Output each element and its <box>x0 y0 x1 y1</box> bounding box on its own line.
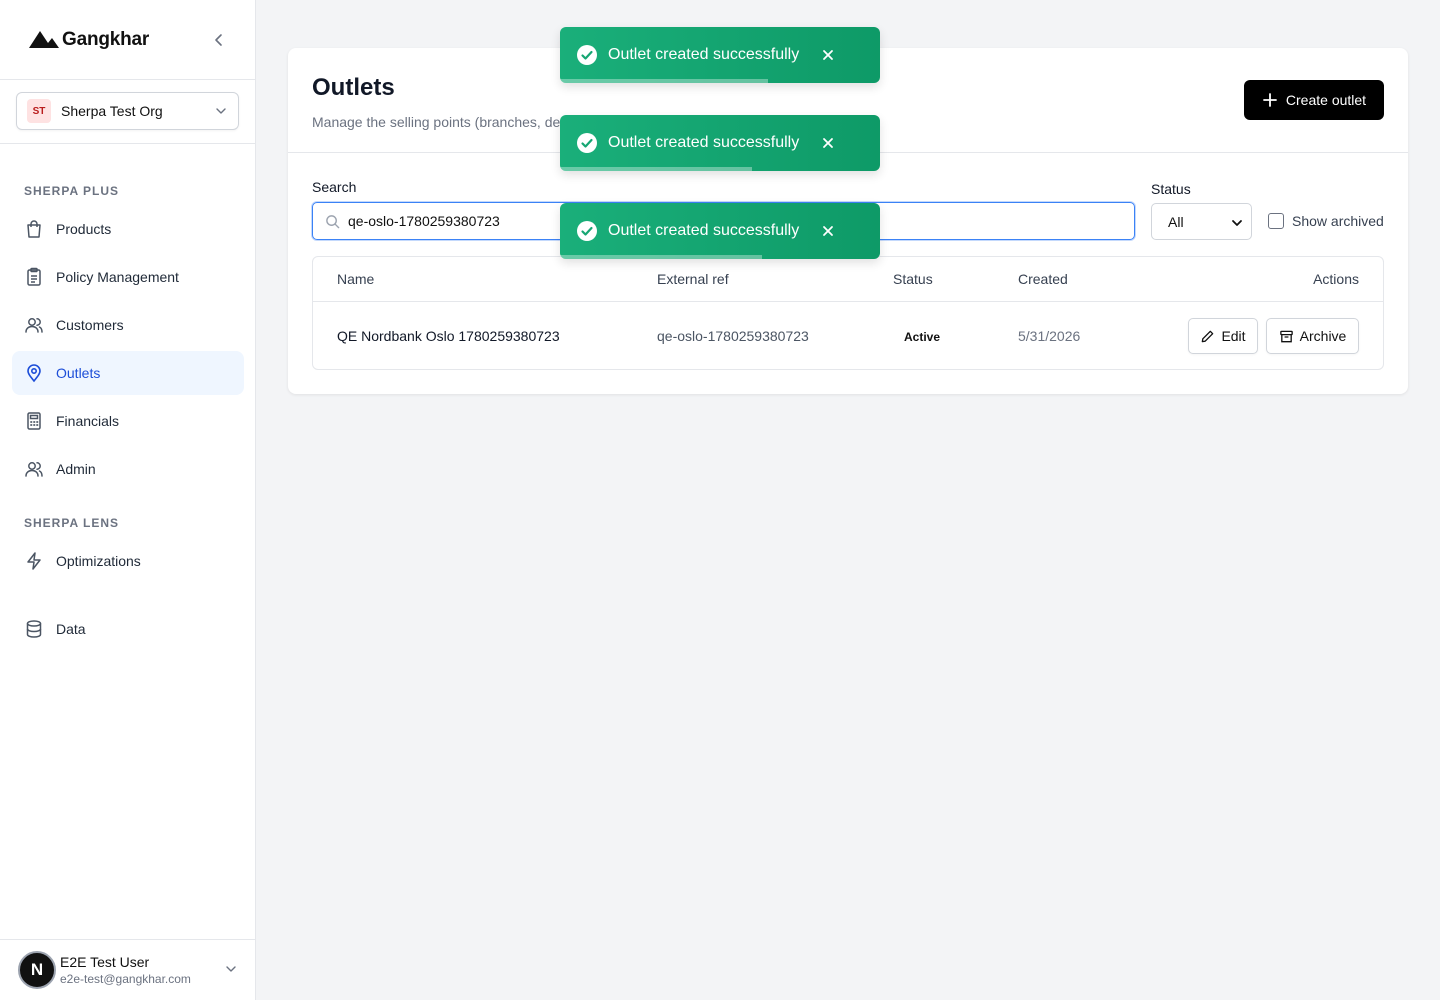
sidebar-item-label: Optimizations <box>56 553 141 569</box>
create-outlet-label: Create outlet <box>1285 92 1367 108</box>
sidebar-item-financials[interactable]: Financials <box>12 399 244 443</box>
check-circle-icon <box>577 133 597 153</box>
chevron-down-icon <box>226 966 236 972</box>
brand-name: Gangkhar <box>62 28 150 50</box>
org-switcher[interactable]: ST Sherpa Test Org <box>16 92 239 130</box>
brand-logo[interactable]: Gangkhar <box>28 29 149 51</box>
column-header-name: Name <box>337 271 375 287</box>
toast-close-button[interactable] <box>818 45 838 65</box>
outlet-created-date: 5/31/2026 <box>1018 328 1081 344</box>
toast-notification: Outlet created successfully <box>560 27 880 83</box>
column-header-created: Created <box>1018 271 1068 287</box>
archive-button[interactable]: Archive <box>1266 318 1359 354</box>
pencil-icon <box>1202 330 1214 342</box>
table-row: QE Nordbank Oslo 1780259380723 qe-oslo-1… <box>313 302 1383 370</box>
user-info: E2E Test User e2e-test@gangkhar.com <box>60 954 191 986</box>
toast-notification: Outlet created successfully <box>560 115 880 171</box>
mountain-logo-icon <box>29 30 59 48</box>
sidebar-item-admin[interactable]: Admin <box>12 447 244 491</box>
archive-label: Archive <box>1299 328 1347 344</box>
archive-icon <box>1279 330 1293 342</box>
chevron-down-icon <box>1232 220 1242 226</box>
sidebar-item-label: Policy Management <box>56 269 179 285</box>
outlet-name: QE Nordbank Oslo 1780259380723 <box>337 328 560 344</box>
sidebar-item-outlets[interactable]: Outlets <box>12 351 244 395</box>
show-archived-toggle[interactable]: Show archived <box>1268 213 1384 229</box>
toast-progress-bar <box>560 167 752 171</box>
check-circle-icon <box>577 221 597 241</box>
sidebar-item-label: Outlets <box>56 365 101 381</box>
table-header: Name External ref Status Created Actions <box>313 257 1383 302</box>
toast-close-button[interactable] <box>818 221 838 241</box>
status-label: Status <box>1151 181 1191 197</box>
check-circle-icon <box>577 45 597 65</box>
sidebar-item-policy-management[interactable]: Policy Management <box>12 255 244 299</box>
column-header-status: Status <box>893 271 933 287</box>
calculator-icon <box>24 411 44 431</box>
user-email: e2e-test@gangkhar.com <box>60 972 191 986</box>
status-select-value: All <box>1168 213 1184 230</box>
close-icon <box>823 50 833 60</box>
users-icon <box>24 459 44 479</box>
sidebar-item-customers[interactable]: Customers <box>12 303 244 347</box>
create-outlet-button[interactable]: Create outlet <box>1244 80 1384 120</box>
sidebar-item-data[interactable]: Data <box>12 607 244 651</box>
section-label-sherpa-lens: SHERPA LENS <box>24 516 120 530</box>
column-header-external-ref: External ref <box>657 271 729 287</box>
search-label: Search <box>312 179 357 195</box>
outlet-external-ref: qe-oslo-1780259380723 <box>657 328 809 344</box>
sidebar-item-optimizations[interactable]: Optimizations <box>12 539 244 583</box>
status-badge: Active <box>904 330 941 344</box>
close-icon <box>823 226 833 236</box>
toast-message: Outlet created successfully <box>608 46 800 63</box>
show-archived-label: Show archived <box>1292 213 1384 229</box>
sidebar-item-label: Financials <box>56 413 120 429</box>
plus-icon <box>1263 93 1277 107</box>
map-pin-icon <box>24 363 44 383</box>
users-icon <box>24 315 44 335</box>
avatar: N <box>18 951 56 989</box>
sidebar-item-label: Admin <box>56 461 96 477</box>
lightning-icon <box>24 551 44 571</box>
clipboard-icon <box>24 267 44 287</box>
toast-close-button[interactable] <box>818 133 838 153</box>
org-initials-badge: ST <box>27 99 51 123</box>
user-menu[interactable]: N E2E Test User e2e-test@gangkhar.com <box>0 939 256 1000</box>
user-name: E2E Test User <box>60 954 150 970</box>
collapse-sidebar-button[interactable] <box>207 28 231 52</box>
status-select[interactable]: All <box>1151 203 1252 240</box>
sidebar-item-label: Customers <box>56 317 124 333</box>
toast-progress-bar <box>560 79 768 83</box>
sidebar-item-products[interactable]: Products <box>12 207 244 251</box>
search-icon <box>326 214 340 228</box>
toast-message: Outlet created successfully <box>608 222 800 239</box>
sidebar: Gangkhar ST Sherpa Test Org SHERPA PLUS … <box>0 0 256 1000</box>
outlets-table: Name External ref Status Created Actions… <box>312 256 1384 370</box>
column-header-actions: Actions <box>1313 271 1359 287</box>
toast-progress-bar <box>560 255 762 259</box>
database-icon <box>24 619 44 639</box>
toast-notification: Outlet created successfully <box>560 203 880 259</box>
org-name: Sherpa Test Org <box>61 103 163 119</box>
toast-message: Outlet created successfully <box>608 134 800 151</box>
chevron-down-icon <box>216 108 226 114</box>
edit-label: Edit <box>1221 328 1246 344</box>
sidebar-item-label: Data <box>56 621 86 637</box>
section-label-sherpa-plus: SHERPA PLUS <box>24 184 120 198</box>
close-icon <box>823 138 833 148</box>
brand-header: Gangkhar <box>0 0 255 80</box>
edit-button[interactable]: Edit <box>1188 318 1258 354</box>
chevron-left-icon <box>215 34 222 46</box>
org-switcher-wrap: ST Sherpa Test Org <box>0 80 255 144</box>
show-archived-checkbox[interactable] <box>1268 213 1284 229</box>
shopping-bag-icon <box>24 219 44 239</box>
sidebar-item-label: Products <box>56 221 112 237</box>
